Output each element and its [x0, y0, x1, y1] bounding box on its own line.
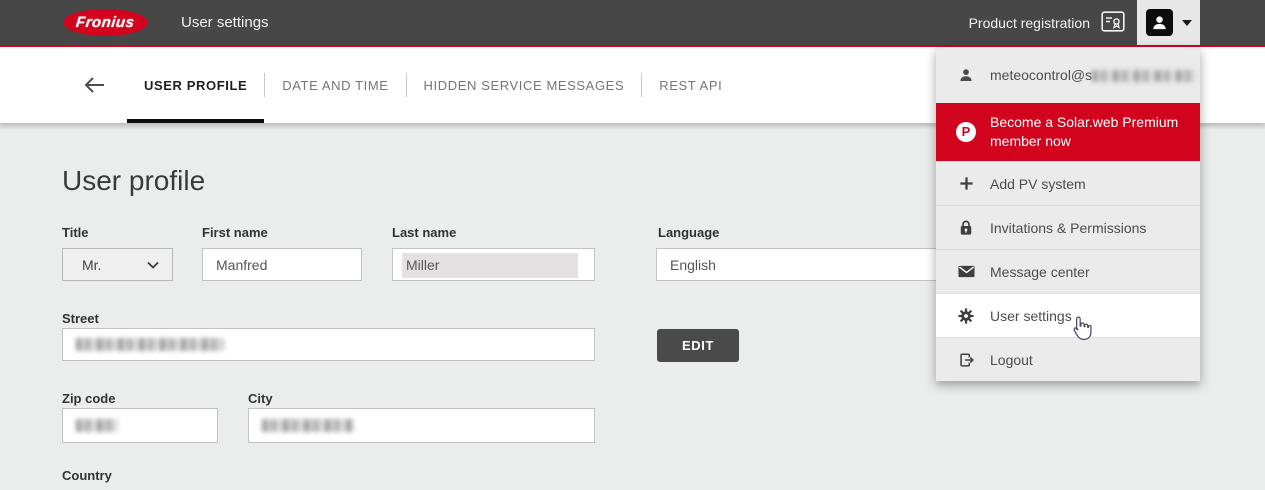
user-menu-button[interactable]: [1137, 0, 1200, 45]
menu-item-label: Add PV system: [990, 176, 1086, 192]
logout-icon: [955, 352, 977, 368]
menu-item-label: Become a Solar.web Premium member now: [990, 113, 1190, 151]
edit-button[interactable]: EDIT: [657, 329, 739, 362]
section-heading: User profile: [62, 165, 205, 197]
gear-icon: [955, 308, 977, 324]
city-input[interactable]: [248, 408, 595, 443]
menu-item-label: Message center: [990, 264, 1090, 280]
first-name-input[interactable]: Manfred: [202, 248, 362, 281]
city-label: City: [248, 391, 273, 406]
last-name-value: Miller: [406, 257, 439, 273]
last-name-label: Last name: [392, 225, 456, 240]
envelope-icon: [955, 265, 977, 278]
menu-item-logout[interactable]: Logout: [936, 337, 1200, 381]
menu-item-add-pv-system[interactable]: Add PV system: [936, 161, 1200, 205]
redaction-blur: [262, 419, 354, 432]
plus-icon: [955, 176, 977, 191]
select-chevron-icon: [147, 261, 159, 269]
first-name-label: First name: [202, 225, 268, 240]
page-title: User settings: [181, 14, 269, 31]
avatar-icon: [1146, 9, 1173, 36]
street-label: Street: [62, 311, 99, 326]
user-dropdown-menu: meteocontrol@s P Become a Solar.web Prem…: [936, 47, 1200, 381]
top-bar: Fronius User settings Product registrati…: [0, 0, 1265, 47]
account-email: meteocontrol@s: [990, 67, 1196, 83]
country-label: Country: [62, 468, 112, 483]
menu-item-label: User settings: [990, 308, 1072, 324]
title-select[interactable]: Mr.: [62, 248, 173, 281]
back-arrow-button[interactable]: [84, 77, 105, 93]
menu-item-user-settings[interactable]: User settings: [936, 293, 1200, 337]
menu-item-invitations-permissions[interactable]: Invitations & Permissions: [936, 205, 1200, 249]
person-icon: [955, 67, 977, 83]
zip-code-label: Zip code: [62, 391, 115, 406]
menu-item-account-email[interactable]: meteocontrol@s: [936, 47, 1200, 103]
street-input[interactable]: [62, 328, 595, 361]
menu-item-message-center[interactable]: Message center: [936, 249, 1200, 293]
fronius-logo[interactable]: Fronius: [63, 9, 148, 36]
tab-user-profile[interactable]: USER PROFILE: [127, 47, 264, 123]
premium-p-icon: P: [955, 122, 977, 142]
language-input[interactable]: English: [656, 248, 956, 281]
menu-item-label: Invitations & Permissions: [990, 220, 1146, 236]
redaction-blur: [76, 419, 118, 432]
tab-hidden-service-messages[interactable]: HIDDEN SERVICE MESSAGES: [407, 47, 642, 123]
certificate-icon: [1101, 11, 1125, 35]
last-name-input[interactable]: Miller: [392, 248, 595, 281]
language-label: Language: [658, 225, 719, 240]
lock-icon: [955, 220, 977, 236]
page: Fronius User settings Product registrati…: [0, 0, 1265, 490]
menu-item-premium[interactable]: P Become a Solar.web Premium member now: [936, 103, 1200, 161]
language-value: English: [670, 257, 716, 273]
product-registration-link[interactable]: Product registration: [969, 0, 1125, 45]
title-label: Title: [62, 225, 89, 240]
chevron-down-icon: [1182, 20, 1192, 26]
zip-code-input[interactable]: [62, 408, 218, 443]
tab-rest-api[interactable]: REST API: [642, 47, 739, 123]
first-name-value: Manfred: [216, 257, 267, 273]
fronius-logo-text: Fronius: [75, 14, 135, 31]
product-registration-label: Product registration: [969, 15, 1090, 31]
title-select-value: Mr.: [82, 257, 101, 273]
menu-item-label: Logout: [990, 352, 1033, 368]
redaction-blur: [76, 338, 224, 351]
redaction-blur: [1092, 70, 1196, 82]
tab-date-and-time[interactable]: DATE AND TIME: [265, 47, 405, 123]
